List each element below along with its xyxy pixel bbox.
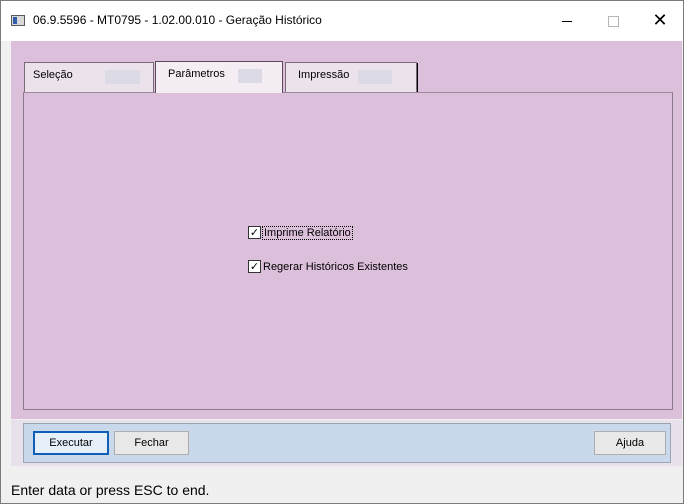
imprime-relatorio-checkbox[interactable]: ✓ Imprime Relatório xyxy=(248,225,353,240)
button-bar-inner: Executar Fechar Ajuda xyxy=(23,423,671,463)
tab-impressao[interactable]: Impressão xyxy=(285,62,417,92)
imprime-relatorio-check-icon[interactable]: ✓ xyxy=(248,226,261,239)
imprime-relatorio-label[interactable]: Imprime Relatório xyxy=(262,225,353,240)
title-bar[interactable]: 06.9.5596 - MT0795 - 1.02.00.010 - Geraç… xyxy=(1,1,683,41)
executar-button[interactable]: Executar xyxy=(33,431,109,455)
minimize-button[interactable] xyxy=(544,1,590,41)
tab-selecao-swatch xyxy=(105,70,140,84)
fechar-button[interactable]: Fechar xyxy=(114,431,189,455)
button-bar: Executar Fechar Ajuda xyxy=(11,420,682,466)
close-icon: ✕ xyxy=(652,10,668,31)
maximize-button[interactable] xyxy=(590,1,636,41)
main-panel: Seleção Parâmetros Impressão ✓ Imprime R… xyxy=(11,41,682,419)
regerar-historicos-label[interactable]: Regerar Históricos Existentes xyxy=(263,261,408,273)
status-message: Enter data or press ESC to end. xyxy=(11,482,210,498)
tab-parametros-swatch xyxy=(238,69,262,83)
minimize-icon xyxy=(562,20,572,22)
maximize-icon xyxy=(607,15,619,27)
tab-impressao-swatch xyxy=(358,70,392,84)
application-window: 06.9.5596 - MT0795 - 1.02.00.010 - Geraç… xyxy=(0,0,684,504)
tab-impressao-label: Impressão xyxy=(298,69,350,81)
tab-parametros[interactable]: Parâmetros xyxy=(155,61,283,93)
parametros-tab-panel: ✓ Imprime Relatório ✓ Regerar Históricos… xyxy=(23,92,673,410)
status-bar: Enter data or press ESC to end. xyxy=(1,477,683,503)
close-button[interactable]: ✕ xyxy=(637,1,683,41)
window-title: 06.9.5596 - MT0795 - 1.02.00.010 - Geraç… xyxy=(33,13,322,27)
app-window-icon[interactable] xyxy=(11,15,25,26)
ajuda-button[interactable]: Ajuda xyxy=(594,431,666,455)
tab-selecao[interactable]: Seleção xyxy=(24,62,154,92)
tab-selecao-label: Seleção xyxy=(33,69,73,81)
regerar-historicos-checkbox[interactable]: ✓ Regerar Históricos Existentes xyxy=(248,260,408,273)
regerar-historicos-check-icon[interactable]: ✓ xyxy=(248,260,261,273)
tab-parametros-label: Parâmetros xyxy=(168,68,225,80)
